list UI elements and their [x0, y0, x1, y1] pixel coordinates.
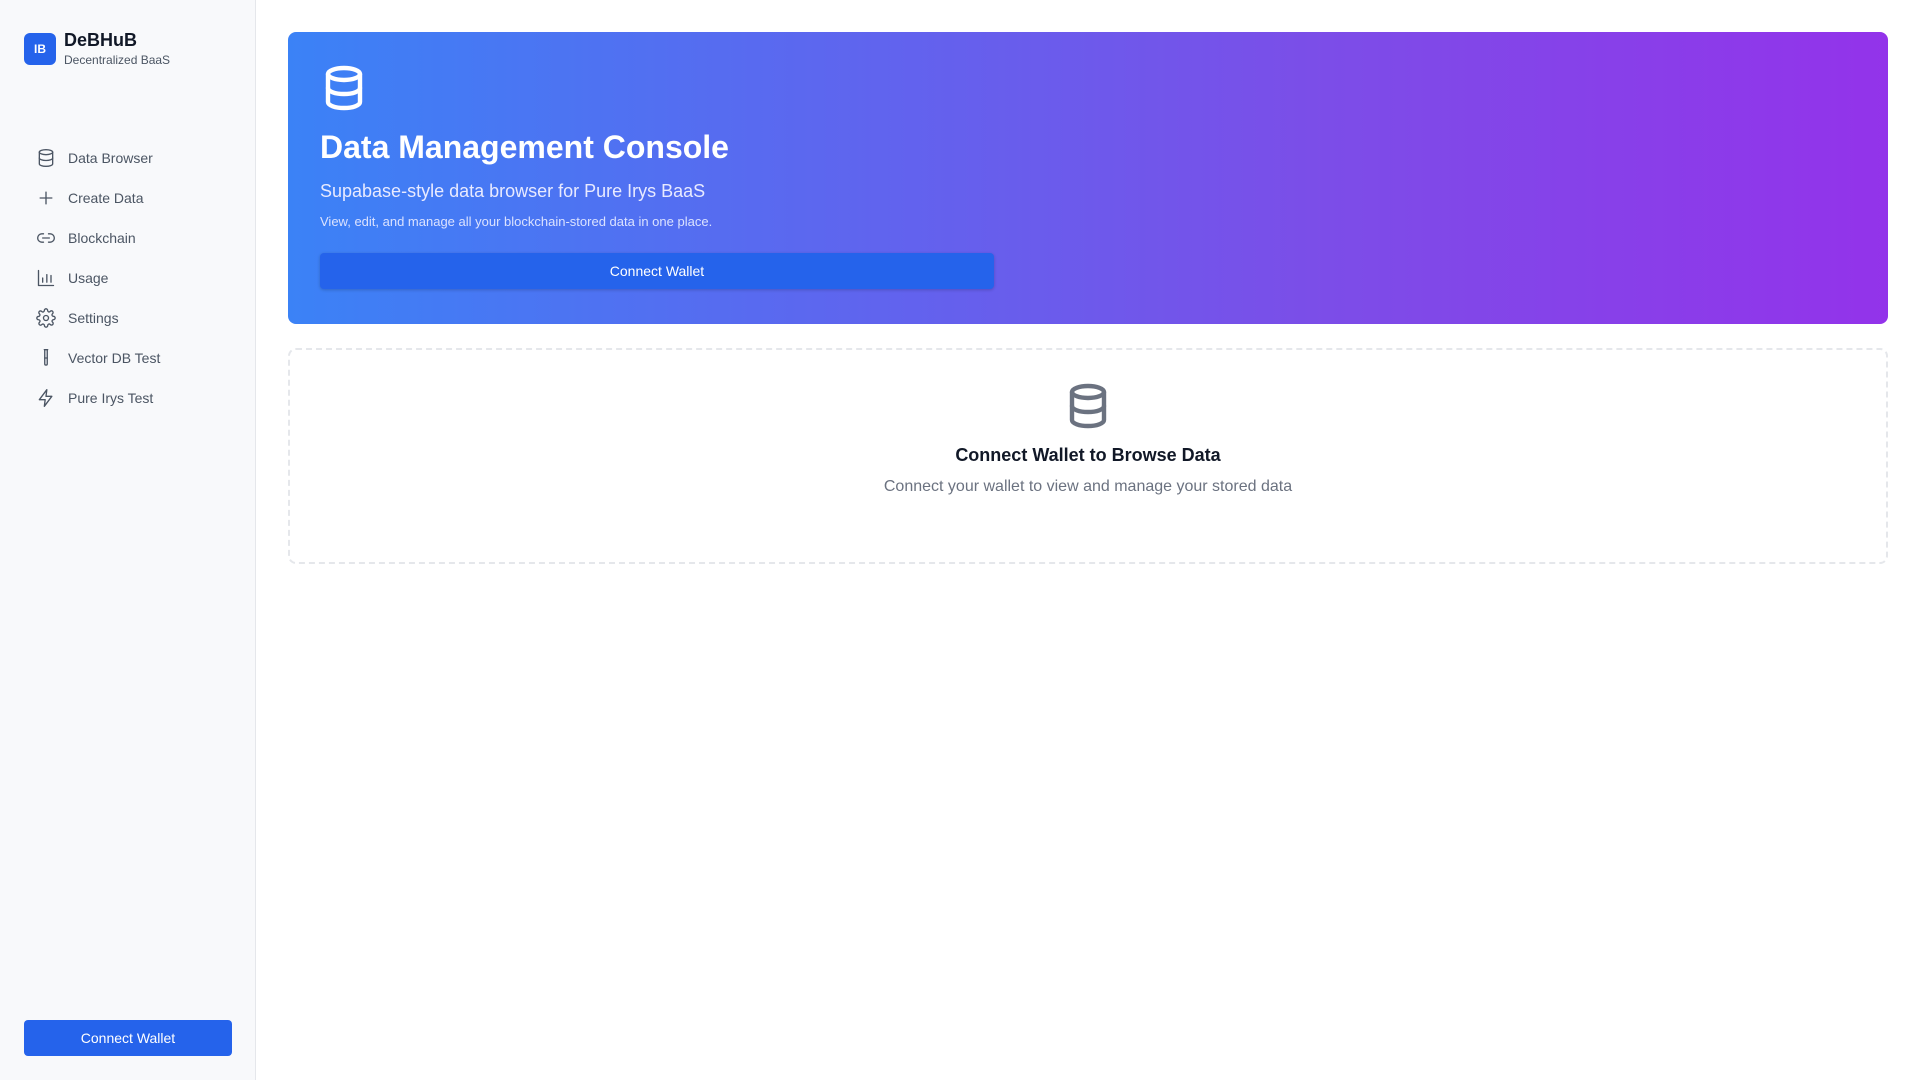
database-icon: [36, 148, 56, 168]
test-tube-icon: [36, 348, 56, 368]
sidebar-item-label: Blockchain: [68, 230, 136, 246]
gear-icon: [36, 308, 56, 328]
empty-state-description: Connect your wallet to view and manage y…: [883, 478, 1293, 495]
database-icon: [320, 64, 1856, 117]
sidebar-item-blockchain[interactable]: Blockchain: [24, 218, 232, 258]
page-title: Data Management Console: [320, 129, 729, 165]
sidebar-item-label: Create Data: [68, 190, 144, 206]
hero-banner: Data Management Console Supabase-style d…: [288, 32, 1888, 324]
hero-description: View, edit, and manage all your blockcha…: [320, 214, 713, 229]
link-icon: [36, 228, 56, 248]
sidebar-item-vector-db-test[interactable]: Vector DB Test: [24, 338, 232, 378]
zap-icon: [36, 388, 56, 408]
sidebar-item-settings[interactable]: Settings: [24, 298, 232, 338]
plus-icon: [36, 188, 56, 208]
empty-state-title: Connect Wallet to Browse Data: [955, 445, 1221, 465]
sidebar: IB DeBHuB Decentralized BaaS Data Browse…: [0, 0, 256, 1080]
brand-logo: IB: [24, 33, 56, 65]
sidebar-item-label: Vector DB Test: [68, 350, 161, 366]
brand[interactable]: IB DeBHuB Decentralized BaaS: [24, 30, 170, 68]
sidebar-nav: Data Browser Create Data Blockchain Usag…: [24, 138, 232, 418]
hero-connect-wallet-button[interactable]: Connect Wallet: [320, 253, 994, 289]
database-icon: [290, 382, 1886, 430]
bar-chart-icon: [36, 268, 56, 288]
sidebar-item-usage[interactable]: Usage: [24, 258, 232, 298]
brand-name: DeBHuB: [64, 30, 138, 50]
brand-tagline: Decentralized BaaS: [64, 53, 171, 67]
sidebar-item-pure-irys-test[interactable]: Pure Irys Test: [24, 378, 232, 418]
empty-state-panel: Connect Wallet to Browse Data Connect yo…: [288, 348, 1888, 564]
sidebar-item-label: Pure Irys Test: [68, 390, 154, 406]
hero-subtitle: Supabase-style data browser for Pure Iry…: [320, 181, 706, 201]
sidebar-item-create-data[interactable]: Create Data: [24, 178, 232, 218]
sidebar-item-data-browser[interactable]: Data Browser: [24, 138, 232, 178]
sidebar-item-label: Usage: [68, 270, 109, 286]
sidebar-item-label: Settings: [68, 310, 119, 326]
sidebar-item-label: Data Browser: [68, 150, 153, 166]
brand-text: DeBHuB Decentralized BaaS: [64, 30, 170, 68]
sidebar-connect-wallet-button[interactable]: Connect Wallet: [24, 1020, 232, 1056]
